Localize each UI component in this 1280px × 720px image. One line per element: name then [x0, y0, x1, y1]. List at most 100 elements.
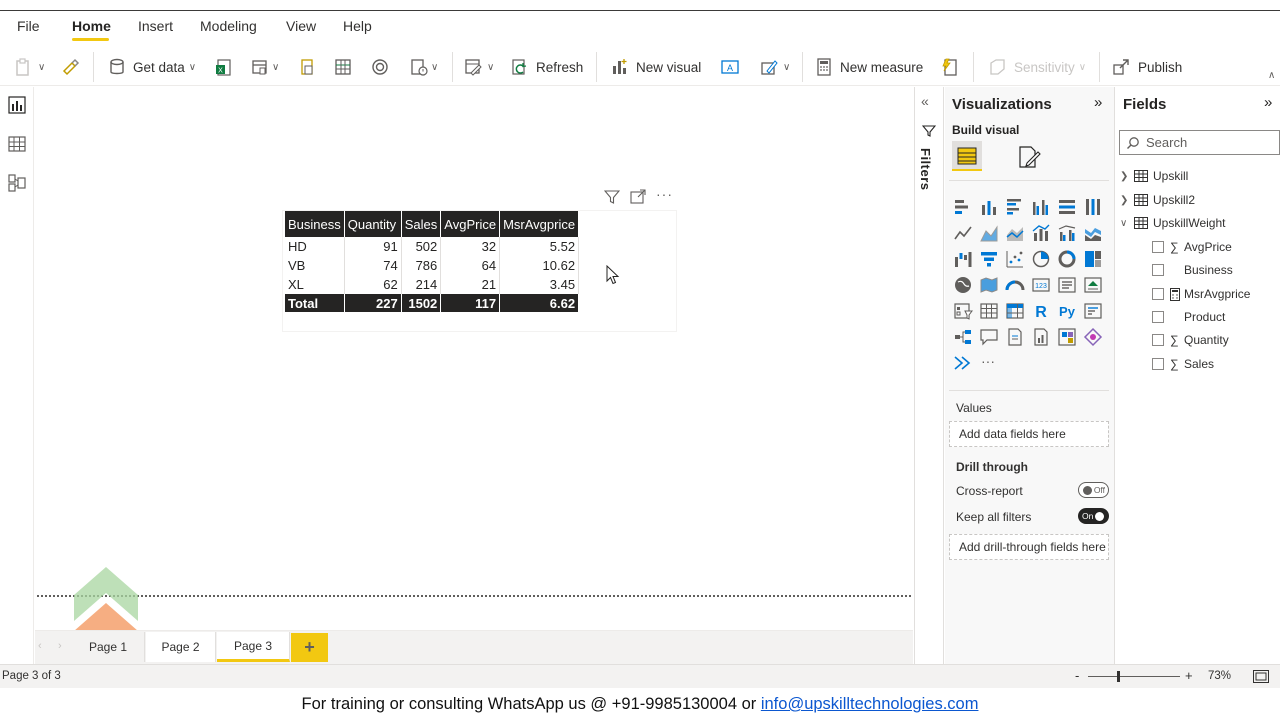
field-checkbox[interactable] — [1152, 264, 1164, 276]
expand-filters-icon[interactable]: « — [921, 93, 929, 109]
fields-search-input[interactable]: Search — [1119, 130, 1280, 155]
field-checkbox[interactable] — [1152, 358, 1164, 370]
prev-page-icon[interactable]: ‹ — [38, 640, 42, 652]
menu-tab-view[interactable]: View — [286, 18, 316, 40]
field-item-business[interactable]: Business — [1152, 260, 1233, 280]
line-and-clustered-column-icon[interactable] — [1057, 223, 1077, 243]
decomposition-tree-icon[interactable] — [953, 327, 973, 347]
data-hub-button[interactable]: ∨ — [250, 54, 279, 80]
power-automate-icon[interactable] — [1083, 327, 1103, 347]
filter-icon[interactable] — [604, 189, 620, 205]
field-checkbox[interactable] — [1152, 241, 1164, 253]
page-tab-3[interactable]: Page 3 — [217, 632, 290, 662]
collapse-fields-icon[interactable]: » — [1264, 94, 1272, 111]
menu-tab-help[interactable]: Help — [343, 18, 372, 40]
text-box-button[interactable]: A — [720, 54, 746, 80]
quick-measure-button[interactable] — [940, 54, 966, 80]
transform-data-button[interactable]: ∨ — [463, 54, 494, 80]
filters-label[interactable]: Filters — [918, 148, 933, 191]
field-item-product[interactable]: Product — [1152, 307, 1225, 327]
menu-tab-insert[interactable]: Insert — [138, 18, 173, 40]
get-more-visuals-icon[interactable] — [953, 353, 973, 373]
area-chart-icon[interactable] — [979, 223, 999, 243]
slicer-icon[interactable] — [953, 301, 973, 321]
zoom-in-button[interactable]: + — [1185, 668, 1193, 683]
field-checkbox[interactable] — [1152, 334, 1164, 346]
column-header-business[interactable]: Business — [285, 211, 345, 237]
new-visual-button[interactable]: New visual — [610, 54, 701, 80]
field-item-msravgprice[interactable]: MsrAvgprice — [1152, 284, 1250, 304]
format-visual-icon[interactable] — [1016, 144, 1042, 170]
zoom-slider-thumb[interactable] — [1117, 671, 1120, 682]
column-header-quantity[interactable]: Quantity — [344, 211, 402, 237]
next-page-icon[interactable]: › — [58, 640, 62, 652]
field-item-sales[interactable]: ∑ Sales — [1152, 354, 1214, 374]
zoom-slider-track[interactable] — [1088, 676, 1180, 677]
qa-visual-icon[interactable] — [979, 327, 999, 347]
column-header-sales[interactable]: Sales — [401, 211, 442, 237]
line-chart-icon[interactable] — [953, 223, 973, 243]
refresh-button[interactable]: Refresh — [510, 54, 583, 80]
cross-report-toggle[interactable]: Off — [1078, 482, 1109, 498]
paste-button[interactable]: ∨ — [14, 54, 45, 80]
values-drop-zone[interactable]: Add data fields here — [949, 421, 1109, 447]
clustered-bar-chart-icon[interactable] — [1005, 197, 1025, 217]
dataverse-button[interactable] — [370, 54, 396, 80]
sensitivity-button[interactable]: Sensitivity ∨ — [988, 54, 1086, 80]
collapse-visualizations-icon[interactable]: » — [1094, 94, 1102, 111]
card-icon[interactable]: 123 — [1031, 275, 1051, 295]
table-visual-icon[interactable] — [979, 301, 999, 321]
sql-server-button[interactable] — [297, 54, 323, 80]
focus-mode-icon[interactable] — [630, 189, 646, 205]
report-canvas[interactable] — [35, 87, 913, 630]
ribbon-chart-icon[interactable] — [1083, 223, 1103, 243]
stacked-area-chart-icon[interactable] — [1005, 223, 1025, 243]
more-visuals-button[interactable]: ∨ — [759, 54, 790, 80]
model-view-icon[interactable] — [8, 174, 26, 192]
waterfall-chart-icon[interactable] — [953, 249, 973, 269]
treemap-icon[interactable] — [1083, 249, 1103, 269]
line-and-stacked-column-icon[interactable] — [1031, 223, 1051, 243]
100-stacked-column-chart-icon[interactable] — [1083, 197, 1103, 217]
more-visuals-ellipsis[interactable]: ··· — [981, 353, 995, 369]
drill-through-drop-zone[interactable]: Add drill-through fields here — [949, 534, 1109, 560]
funnel-chart-icon[interactable] — [979, 249, 999, 269]
format-painter-button[interactable] — [60, 54, 86, 80]
more-options-icon[interactable]: ··· — [656, 186, 673, 202]
keep-all-filters-toggle[interactable]: On — [1078, 508, 1109, 524]
power-apps-icon[interactable] — [1057, 327, 1077, 347]
report-view-icon[interactable] — [8, 96, 26, 114]
menu-tab-file[interactable]: File — [17, 18, 40, 40]
column-header-msravgprice[interactable]: MsrAvgprice — [499, 211, 580, 237]
field-item-quantity[interactable]: ∑ Quantity — [1152, 330, 1229, 350]
fit-to-page-icon[interactable] — [1253, 670, 1269, 683]
map-icon[interactable] — [953, 275, 973, 295]
gauge-icon[interactable] — [1005, 275, 1025, 295]
field-table-upskillweight[interactable]: ∨ UpskillWeight — [1120, 213, 1225, 233]
zoom-out-button[interactable]: - — [1075, 668, 1079, 683]
field-checkbox[interactable] — [1152, 311, 1164, 323]
field-table-upskill2[interactable]: ❯ Upskill2 — [1120, 190, 1195, 210]
multi-row-card-icon[interactable] — [1057, 275, 1077, 295]
menu-tab-home[interactable]: Home — [72, 18, 111, 40]
donut-chart-icon[interactable] — [1057, 249, 1077, 269]
clustered-column-chart-icon[interactable] — [1031, 197, 1051, 217]
enter-data-button[interactable] — [333, 54, 359, 80]
new-measure-button[interactable]: New measure — [814, 54, 923, 80]
scatter-chart-icon[interactable] — [1005, 249, 1025, 269]
key-influencers-icon[interactable] — [1083, 301, 1103, 321]
stacked-bar-chart-icon[interactable] — [953, 197, 973, 217]
r-script-visual-icon[interactable]: R — [1031, 301, 1051, 321]
page-tab-2[interactable]: Page 2 — [146, 632, 216, 662]
python-visual-icon[interactable]: Py — [1057, 301, 1077, 321]
page-tab-1[interactable]: Page 1 — [72, 632, 145, 662]
field-checkbox[interactable] — [1152, 288, 1164, 300]
data-view-icon[interactable] — [8, 135, 26, 153]
menu-tab-modeling[interactable]: Modeling — [200, 18, 257, 40]
ribbon-collapse-icon[interactable]: ∧ — [1268, 70, 1275, 81]
get-data-button[interactable]: Get data ∨ — [107, 54, 196, 80]
field-table-upskill[interactable]: ❯ Upskill — [1120, 166, 1188, 186]
paginated-report-icon[interactable] — [1031, 327, 1051, 347]
kpi-icon[interactable] — [1083, 275, 1103, 295]
build-visual-tab[interactable] — [952, 141, 982, 171]
